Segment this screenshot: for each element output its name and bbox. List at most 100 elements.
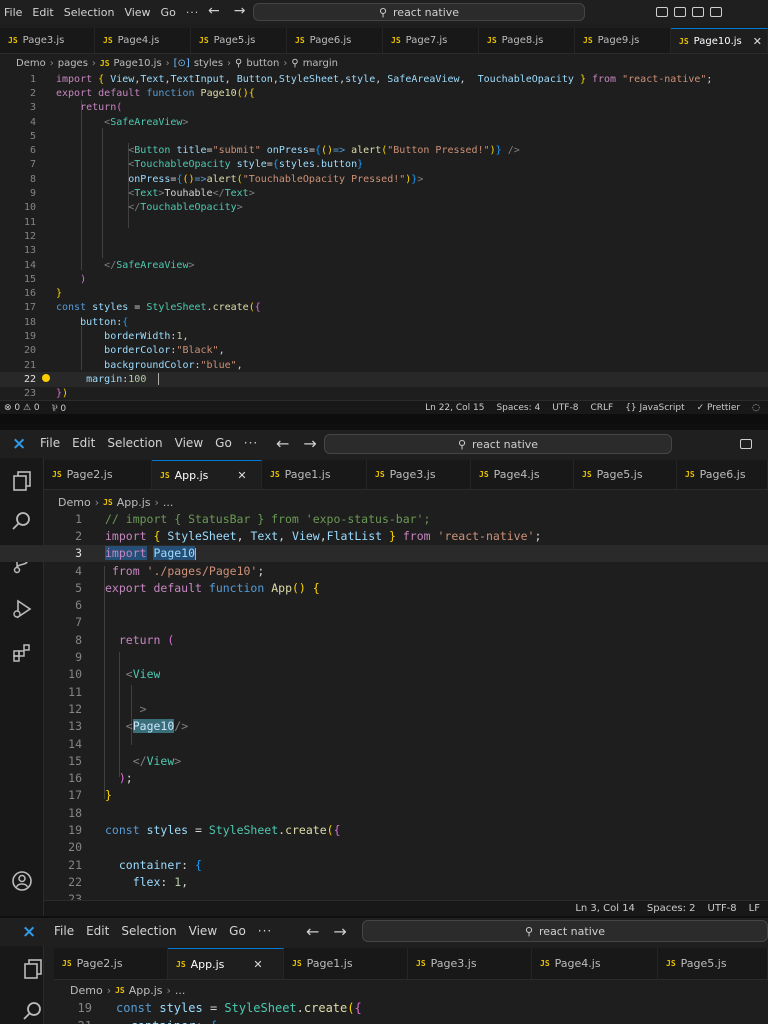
indentation[interactable]: Spaces: 4 bbox=[496, 403, 540, 413]
arrow-right-icon[interactable]: → bbox=[303, 434, 316, 453]
tab-page3[interactable]: JS Page3.js bbox=[408, 948, 532, 979]
command-center-search[interactable]: ⚲ react native bbox=[362, 920, 768, 942]
menu-view[interactable]: View bbox=[124, 6, 150, 19]
lightbulb-icon[interactable] bbox=[42, 374, 50, 383]
tab-page9[interactable]: JS Page9.js bbox=[575, 28, 671, 53]
breadcrumb-item[interactable]: App.js bbox=[129, 984, 163, 997]
menu-go[interactable]: Go bbox=[229, 924, 246, 938]
toggle-primary-sidebar-icon[interactable] bbox=[656, 7, 668, 17]
arrow-right-icon[interactable]: → bbox=[234, 3, 246, 19]
breadcrumb-item[interactable]: App.js bbox=[117, 496, 151, 509]
tab-page4[interactable]: JS Page4.js bbox=[471, 460, 574, 489]
menu-go[interactable]: Go bbox=[215, 436, 232, 450]
toggle-panel-icon[interactable] bbox=[740, 439, 752, 449]
line-endings[interactable]: LF bbox=[749, 903, 760, 914]
code-line: 13 bbox=[23, 245, 36, 257]
menu-edit[interactable]: Edit bbox=[86, 924, 109, 938]
encoding[interactable]: UTF-8 bbox=[552, 403, 578, 413]
breadcrumb-item[interactable]: ... bbox=[175, 984, 186, 997]
line-endings[interactable]: CRLF bbox=[590, 403, 613, 413]
code-editor[interactable]: 1 import { View,Text,TextInput, Button,St… bbox=[0, 72, 768, 401]
js-file-icon: JS bbox=[292, 959, 302, 968]
code-line: 5 export default function App() { bbox=[75, 580, 320, 595]
tab-page3[interactable]: JS Page3.js bbox=[0, 28, 95, 53]
tab-app[interactable]: JS App.js ✕ bbox=[152, 460, 262, 489]
menu-file[interactable]: File bbox=[54, 924, 74, 938]
tab-page1[interactable]: JS Page1.js bbox=[262, 460, 367, 489]
breadcrumb-item[interactable]: Demo bbox=[70, 984, 103, 997]
menu-more[interactable]: ··· bbox=[258, 924, 272, 938]
code-line: 1// import { StatusBar } from 'expo-stat… bbox=[75, 511, 431, 526]
breadcrumb-item[interactable]: ... bbox=[163, 496, 174, 509]
cursor-position[interactable]: Ln 3, Col 14 bbox=[575, 903, 635, 914]
command-center-search[interactable]: ⚲ react native bbox=[324, 434, 672, 454]
vscode-logo-icon: ⨯ bbox=[22, 922, 37, 942]
ports-indicator[interactable]: ⅌ 0 bbox=[40, 401, 66, 414]
encoding[interactable]: UTF-8 bbox=[708, 903, 737, 914]
code-line: 15 </View> bbox=[68, 753, 182, 768]
text-cursor bbox=[158, 373, 160, 386]
menu-go[interactable]: Go bbox=[161, 6, 176, 19]
code-line: 6 <Button title="submit" onPress={()=> a… bbox=[29, 145, 520, 157]
close-icon[interactable]: ✕ bbox=[237, 469, 246, 482]
menu-file[interactable]: File bbox=[4, 6, 22, 19]
breadcrumb-item[interactable]: Demo bbox=[58, 496, 91, 509]
tab-page5[interactable]: JS Page5.js bbox=[574, 460, 677, 489]
breadcrumb-item[interactable]: styles bbox=[194, 58, 223, 69]
menu-view[interactable]: View bbox=[175, 436, 203, 450]
close-icon[interactable]: ✕ bbox=[253, 958, 262, 971]
search-icon: ⚲ bbox=[524, 924, 534, 938]
close-icon[interactable]: ✕ bbox=[753, 35, 762, 48]
code-editor[interactable]: 19const styles = StyleSheet.create({ 21 … bbox=[0, 999, 768, 1024]
menu-edit[interactable]: Edit bbox=[32, 6, 53, 19]
bell-icon[interactable]: ◌ bbox=[752, 403, 760, 413]
breadcrumb-item[interactable]: pages bbox=[58, 58, 88, 69]
problems-indicator[interactable]: ⊗ 0 ⚠ 0 bbox=[0, 403, 40, 413]
js-file-icon: JS bbox=[99, 58, 110, 68]
tab-page4[interactable]: JS Page4.js bbox=[532, 948, 658, 979]
customize-layout-icon[interactable] bbox=[710, 7, 722, 17]
menu-selection[interactable]: Selection bbox=[121, 924, 176, 938]
breadcrumb-item[interactable]: button bbox=[246, 58, 279, 69]
explorer-icon[interactable] bbox=[22, 958, 44, 980]
tab-page2[interactable]: JS Page2.js bbox=[54, 948, 168, 979]
prettier-status[interactable]: ✓ Prettier bbox=[697, 403, 741, 413]
arrow-left-icon[interactable]: ← bbox=[306, 922, 319, 941]
toggle-panel-icon[interactable] bbox=[674, 7, 686, 17]
cursor-position[interactable]: Ln 22, Col 15 bbox=[425, 403, 484, 413]
menu-view[interactable]: View bbox=[189, 924, 217, 938]
menu-selection[interactable]: Selection bbox=[107, 436, 162, 450]
js-file-icon: JS bbox=[416, 959, 426, 968]
arrow-left-icon[interactable]: ← bbox=[208, 3, 220, 19]
tab-page1[interactable]: JS Page1.js bbox=[284, 948, 408, 979]
tab-page5[interactable]: JS Page5.js bbox=[191, 28, 287, 53]
menu-file[interactable]: File bbox=[40, 436, 60, 450]
tab-page6[interactable]: JS Page6.js bbox=[287, 28, 383, 53]
menu-selection[interactable]: Selection bbox=[64, 6, 115, 19]
command-center-search[interactable]: ⚲ react native bbox=[253, 3, 585, 21]
tab-page5[interactable]: JS Page5.js bbox=[658, 948, 768, 979]
tab-page7[interactable]: JS Page7.js bbox=[383, 28, 479, 53]
breadcrumb-item[interactable]: Page10.js bbox=[114, 58, 162, 69]
breadcrumb: Demo › JS App.js › ... bbox=[58, 495, 174, 509]
explorer-icon[interactable] bbox=[11, 470, 33, 492]
toggle-secondary-sidebar-icon[interactable] bbox=[692, 7, 704, 17]
tab-page6[interactable]: JS Page6.js bbox=[677, 460, 768, 489]
tab-page10[interactable]: JS Page10.js ✕ bbox=[671, 28, 768, 53]
code-editor[interactable]: 1// import { StatusBar } from 'expo-stat… bbox=[0, 510, 768, 908]
tab-page2[interactable]: JS Page2.js bbox=[44, 460, 152, 489]
tab-page4[interactable]: JS Page4.js bbox=[95, 28, 191, 53]
menu-more[interactable]: ··· bbox=[244, 436, 258, 450]
menu-more[interactable]: ··· bbox=[186, 6, 200, 19]
arrow-right-icon[interactable]: → bbox=[333, 922, 346, 941]
settings-gear-icon[interactable] bbox=[11, 914, 33, 916]
breadcrumb-item[interactable]: margin bbox=[303, 58, 338, 69]
tab-page3[interactable]: JS Page3.js bbox=[367, 460, 471, 489]
arrow-left-icon[interactable]: ← bbox=[276, 434, 289, 453]
tab-page8[interactable]: JS Page8.js bbox=[479, 28, 575, 53]
breadcrumb-item[interactable]: Demo bbox=[16, 58, 46, 69]
language-mode[interactable]: {} JavaScript bbox=[625, 403, 684, 413]
menu-edit[interactable]: Edit bbox=[72, 436, 95, 450]
tab-app[interactable]: JS App.js ✕ bbox=[168, 948, 284, 979]
indentation[interactable]: Spaces: 2 bbox=[647, 903, 696, 914]
